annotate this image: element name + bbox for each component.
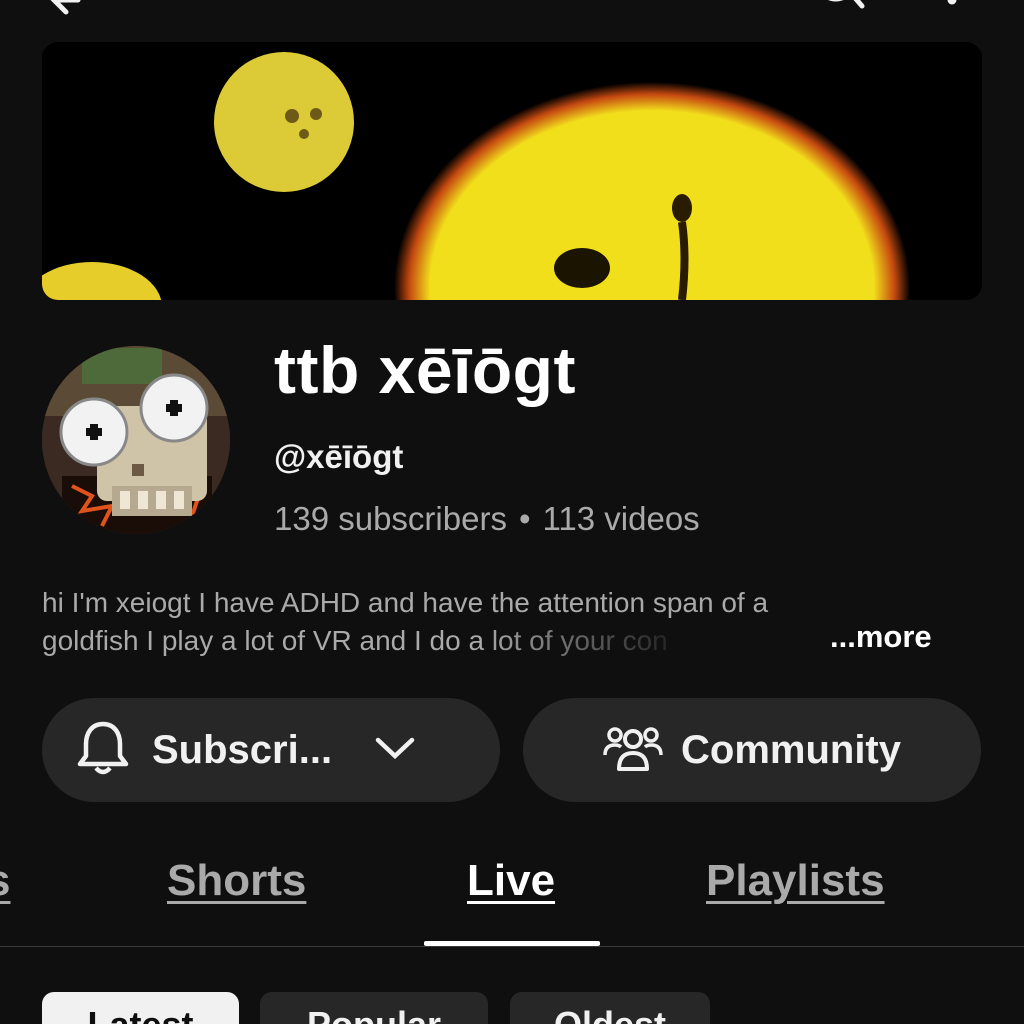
channel-page: ttb xēīōgt @xēīōgt 139 subscribers • 113 v… — [0, 0, 1024, 1024]
people-icon — [603, 723, 663, 778]
community-button[interactable]: Community — [523, 698, 981, 802]
subscriber-count: 139 subscribers — [274, 500, 507, 537]
tab-live[interactable]: Live — [467, 856, 555, 906]
more-vertical-icon[interactable] — [940, 0, 964, 13]
video-count: 113 videos — [542, 500, 700, 537]
tab-playlists[interactable]: Playlists — [706, 856, 885, 906]
chip-popular[interactable]: Popular — [260, 992, 488, 1024]
tab-partial[interactable]: s — [0, 856, 10, 906]
bell-icon — [76, 720, 130, 781]
chip-latest[interactable]: Latest — [42, 992, 239, 1024]
chevron-down-icon — [374, 735, 416, 766]
stats-separator: • — [518, 500, 531, 537]
channel-banner — [42, 42, 982, 300]
tab-shorts[interactable]: Shorts — [167, 856, 306, 906]
description-line: hi I'm xeiogt I have ADHD and have the a… — [42, 587, 769, 618]
channel-stats: 139 subscribers • 113 videos — [274, 500, 700, 538]
description-more-link[interactable]: ...more — [830, 619, 932, 655]
chip-oldest[interactable]: Oldest — [510, 992, 710, 1024]
tabs-divider — [0, 946, 1024, 947]
search-icon[interactable] — [810, 0, 870, 15]
channel-avatar[interactable] — [42, 346, 230, 534]
channel-name: ttb xēīōgt — [274, 333, 576, 407]
description-text-faded: goldfish I play a lot of VR and I do a l… — [42, 625, 668, 656]
channel-tabs: s Shorts Live Playlists — [0, 856, 1024, 948]
subscribe-label: Subscri... — [152, 727, 333, 772]
arrow-left-icon[interactable] — [48, 0, 84, 27]
subscribe-button[interactable]: Subscri... — [42, 698, 500, 802]
community-label: Community — [681, 727, 901, 772]
channel-handle: @xēīōgt — [274, 438, 404, 475]
